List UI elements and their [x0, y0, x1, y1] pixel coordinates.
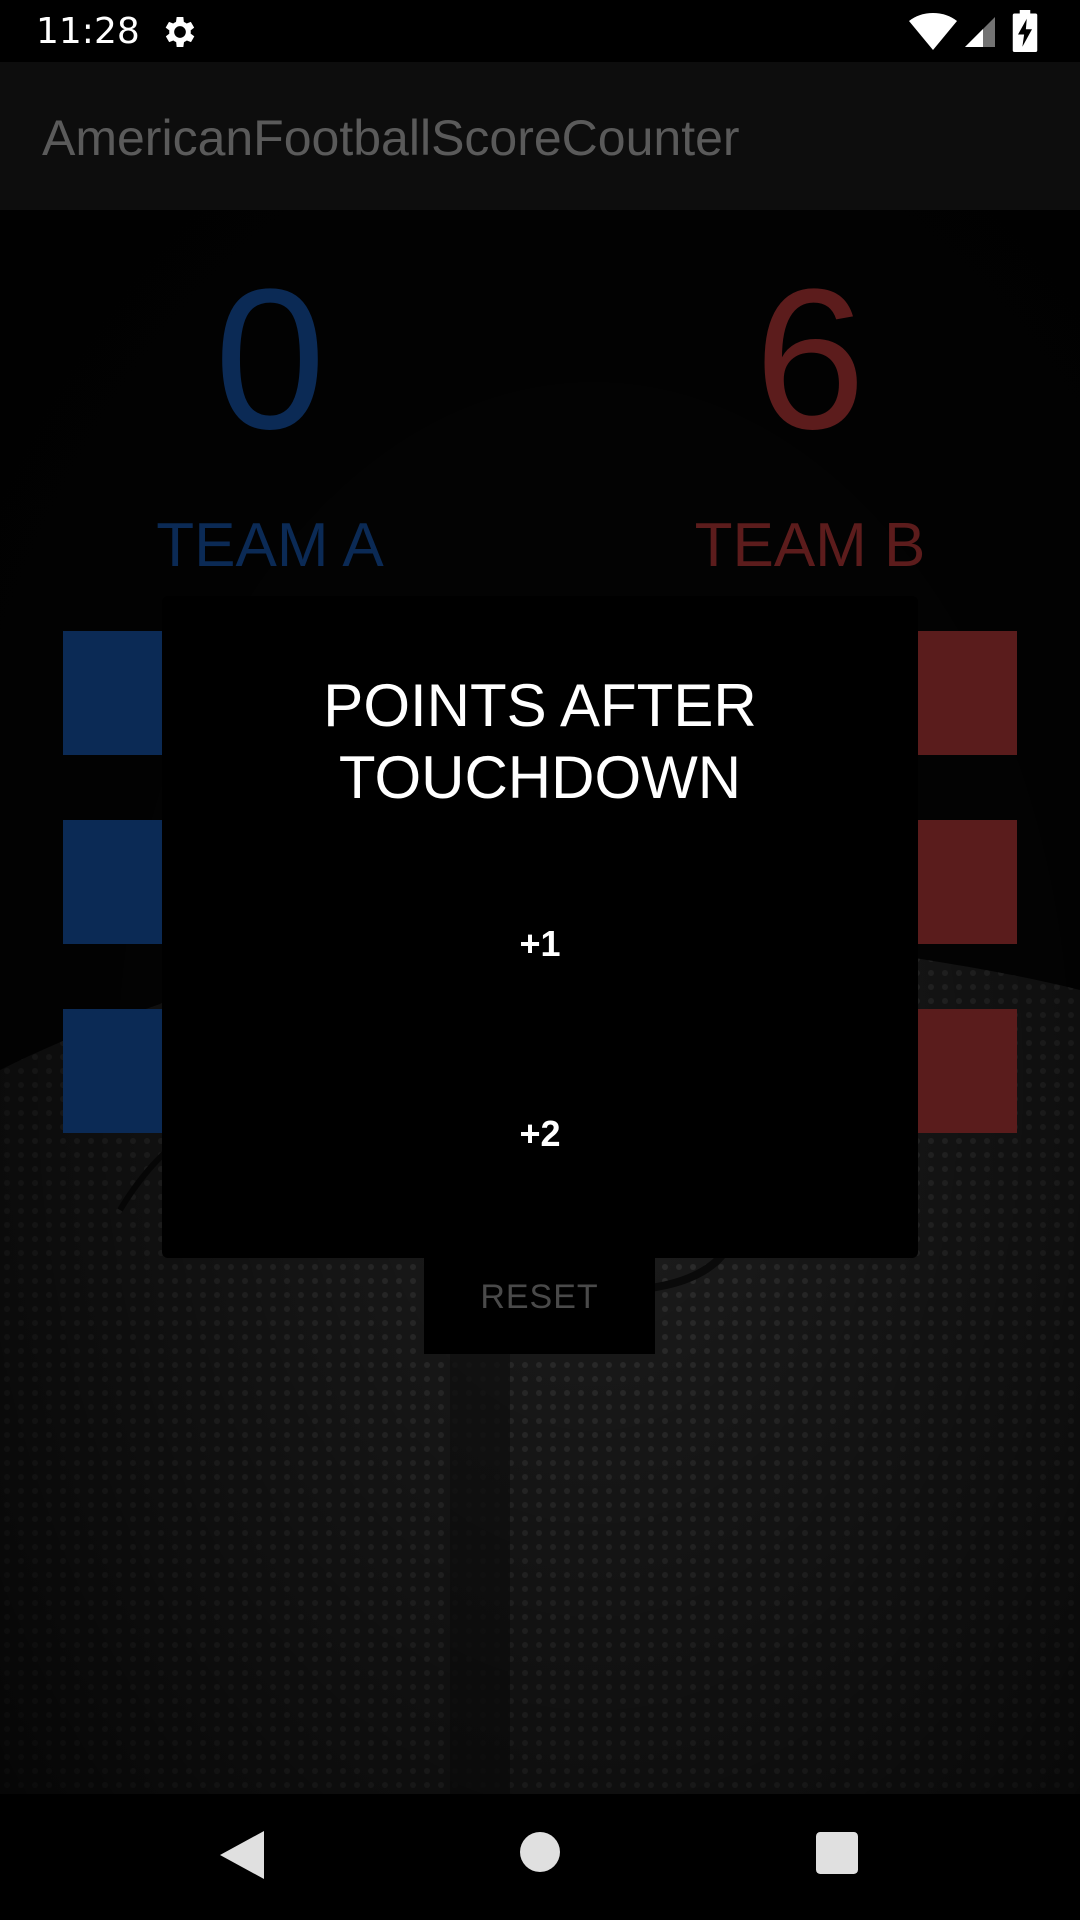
battery-charging-icon: [1012, 10, 1038, 52]
status-bar: 11:28: [0, 0, 1080, 62]
navigation-bar: [0, 1794, 1080, 1920]
app-bar: AmericanFootballScoreCounter: [0, 62, 1080, 210]
signal-icon: [965, 17, 995, 47]
dialog-title: POINTS AFTER TOUCHDOWN: [323, 672, 757, 811]
team-b-name: TEAM B: [694, 511, 926, 580]
team-b-score: 6: [754, 248, 866, 471]
screen: 11:28 AmericanFootballScoreCounter 0 6 T…: [0, 0, 1080, 1920]
back-icon[interactable]: [220, 1830, 264, 1880]
app-title: AmericanFootballScoreCounter: [42, 110, 740, 166]
plus-two-button[interactable]: +2: [162, 1064, 918, 1204]
plus-one-button[interactable]: +1: [162, 874, 918, 1014]
status-time: 11:28: [36, 11, 140, 52]
gear-icon: [165, 17, 195, 47]
team-a-score: 0: [214, 248, 326, 471]
team-a-name: TEAM A: [156, 511, 384, 580]
points-after-touchdown-dialog: POINTS AFTER TOUCHDOWN +1 +2: [162, 596, 918, 1258]
wifi-icon: [909, 13, 957, 50]
recents-icon[interactable]: [816, 1832, 858, 1874]
home-icon[interactable]: [520, 1832, 560, 1872]
